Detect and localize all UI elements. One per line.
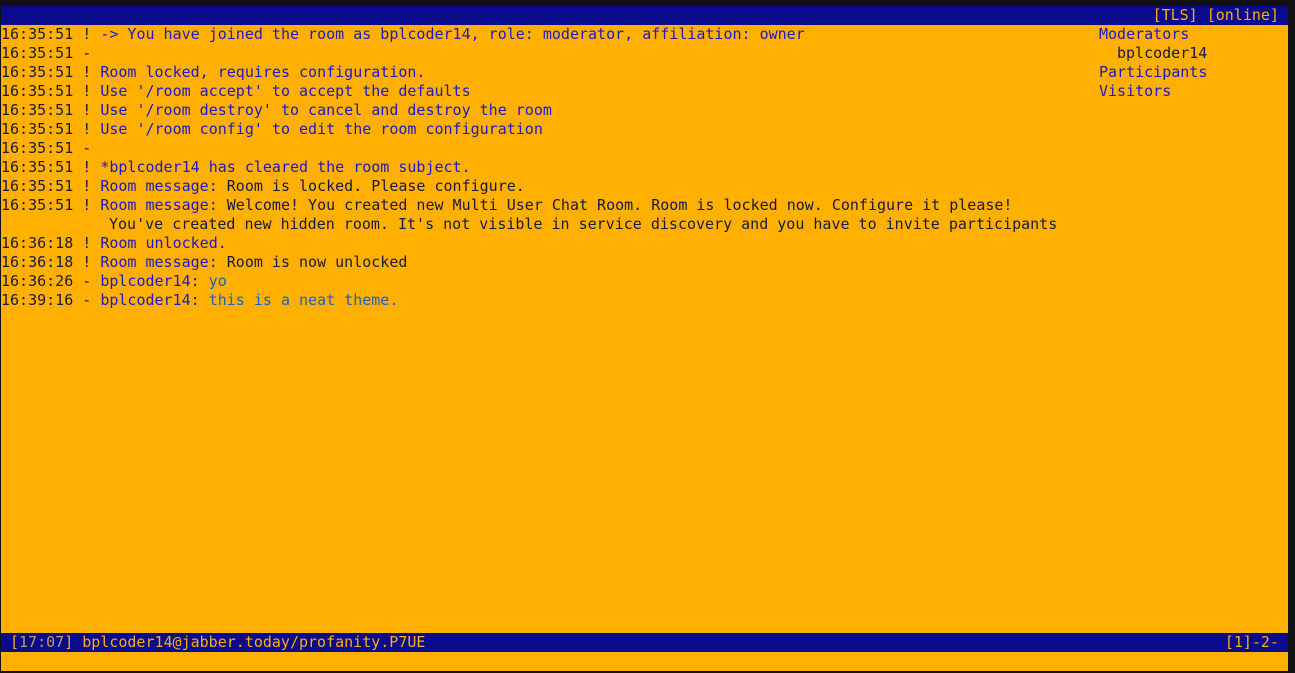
message-text: -> You have joined the room as bplcoder1… [100, 25, 805, 43]
message-log: 16:35:51 ! -> You have joined the room a… [1, 25, 1091, 625]
message-text: Welcome! You created new Multi User Chat… [217, 196, 1013, 214]
message-marker: ! [82, 158, 92, 176]
window-2-indicator[interactable]: ]-2- [1243, 633, 1279, 651]
message-marker: - [82, 291, 92, 309]
message-timestamp: 16:36:26 [1, 272, 74, 290]
message-text: Room is now unlocked [217, 253, 408, 271]
message-nick: bplcoder14: [100, 272, 200, 290]
message-line: 16:36:18 ! Room unlocked. [1, 234, 1091, 253]
occupant-list: Moderators bplcoder14 Participants Visit… [1099, 25, 1279, 101]
message-line: 16:35:51 ! Use '/room destroy' to cancel… [1, 101, 1091, 120]
message-marker: ! [82, 25, 92, 43]
window-indicators: [1]-2- [1224, 633, 1279, 651]
message-line: 16:35:51 ! *bplcoder14 has cleared the r… [1, 158, 1091, 177]
message-line: 16:35:51 ! Use '/room accept' to accept … [1, 82, 1091, 101]
message-line: 16:35:51 - [1, 44, 1091, 63]
message-timestamp: 16:35:51 [1, 82, 74, 100]
message-marker: - [82, 139, 92, 157]
message-text: this is a neat theme. [199, 291, 399, 309]
message-line: 16:39:16 - bplcoder14: this is a neat th… [1, 291, 1091, 310]
message-text: Use '/room destroy' to cancel and destro… [100, 101, 552, 119]
room-message-label: Room message: [100, 196, 218, 214]
title-bar: [TLS] [online] [1, 6, 1288, 25]
message-timestamp: 16:35:51 [1, 63, 74, 81]
message-marker: ! [82, 234, 92, 252]
visitors-heading: Visitors [1099, 82, 1172, 100]
message-marker: ! [82, 177, 92, 195]
message-marker: ! [82, 253, 92, 271]
message-nick: bplcoder14: [100, 291, 200, 309]
connection-status: [TLS] [online] [1153, 6, 1279, 25]
moderators-heading: Moderators [1099, 25, 1190, 43]
account-jid: bplcoder14@jabber.today/profanity.P7UE [82, 633, 426, 651]
participants-heading: Participants [1099, 63, 1208, 81]
room-message-label: Room message: [100, 253, 218, 271]
message-timestamp: 16:35:51 [1, 177, 74, 195]
message-line: 16:35:51 ! Room message: Room is locked.… [1, 177, 1091, 196]
tls-indicator: [TLS] [1152, 6, 1198, 24]
online-indicator: [online] [1206, 6, 1279, 24]
message-text: Use '/room accept' to accept the default… [100, 82, 471, 100]
message-line: 16:35:51 ! -> You have joined the room a… [1, 25, 1091, 44]
message-text: Use '/room config' to edit the room conf… [100, 120, 543, 138]
message-marker: ! [82, 82, 92, 100]
message-text: You've created new hidden room. It's not… [109, 215, 1058, 233]
message-line: 16:35:51 ! Room message: Welcome! You cr… [1, 196, 1091, 215]
message-marker: - [82, 44, 92, 62]
message-timestamp: 16:35:51 [1, 25, 74, 43]
message-timestamp: 16:35:51 [1, 44, 74, 62]
message-line: 16:35:51 ! Use '/room config' to edit th… [1, 120, 1091, 139]
status-left: [17:07] bplcoder14@jabber.today/profanit… [10, 633, 426, 651]
message-marker: - [82, 272, 92, 290]
message-text: Room is locked. Please configure. [217, 177, 525, 195]
message-line: 16:35:51 ! Room locked, requires configu… [1, 63, 1091, 82]
message-marker: ! [82, 63, 92, 81]
message-marker: ! [82, 101, 92, 119]
message-timestamp: 16:36:18 [1, 234, 74, 252]
message-timestamp: 16:35:51 [1, 101, 74, 119]
window-1-indicator[interactable]: 1 [1234, 633, 1243, 651]
message-text: Room unlocked. [100, 234, 227, 252]
message-text: *bplcoder14 has cleared the room subject… [100, 158, 471, 176]
terminal-window: [TLS] [online] 16:35:51 ! -> You have jo… [1, 6, 1288, 671]
message-timestamp: 16:35:51 [1, 139, 74, 157]
message-line: You've created new hidden room. It's not… [1, 215, 1091, 234]
message-line: 16:36:26 - bplcoder14: yo [1, 272, 1091, 291]
occupant-bplcoder14[interactable]: bplcoder14 [1099, 44, 1279, 63]
status-bar: [17:07] bplcoder14@jabber.today/profanit… [1, 633, 1288, 652]
message-line: 16:36:18 ! Room message: Room is now unl… [1, 253, 1091, 272]
message-timestamp: 16:35:51 [1, 120, 74, 138]
room-message-label: Room message: [100, 177, 218, 195]
message-text: yo [199, 272, 227, 290]
message-text: Room locked, requires configuration. [100, 63, 426, 81]
status-clock: 17:07 [19, 633, 65, 651]
message-timestamp: 16:35:51 [1, 196, 74, 214]
message-marker: ! [82, 196, 92, 214]
message-timestamp: 16:35:51 [1, 158, 74, 176]
message-marker: ! [82, 120, 92, 138]
message-line: 16:35:51 - [1, 139, 1091, 158]
message-timestamp: 16:36:18 [1, 253, 74, 271]
message-timestamp: 16:39:16 [1, 291, 74, 309]
